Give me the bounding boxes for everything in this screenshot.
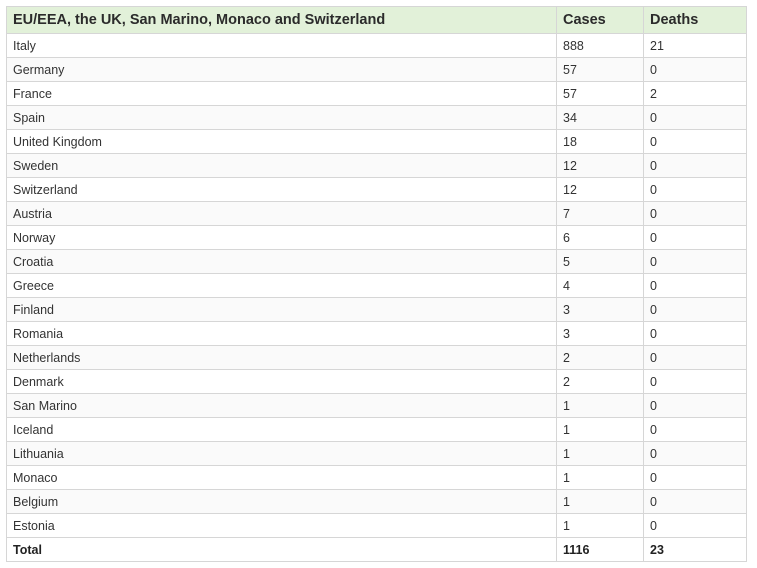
deaths-cell: 0 bbox=[643, 441, 747, 466]
total-deaths: 23 bbox=[643, 537, 747, 562]
country-cell: Greece bbox=[6, 273, 557, 298]
country-cell: Italy bbox=[6, 33, 557, 58]
cases-cell: 1 bbox=[556, 393, 644, 418]
table-row: Belgium 1 0 bbox=[6, 489, 747, 514]
deaths-cell: 0 bbox=[643, 513, 747, 538]
table-row: Finland 3 0 bbox=[6, 297, 747, 322]
table-row: Romania 3 0 bbox=[6, 321, 747, 346]
deaths-cell: 0 bbox=[643, 57, 747, 82]
total-label: Total bbox=[6, 537, 557, 562]
cases-cell: 2 bbox=[556, 369, 644, 394]
deaths-cell: 2 bbox=[643, 81, 747, 106]
deaths-cell: 0 bbox=[643, 297, 747, 322]
cases-cell: 1 bbox=[556, 513, 644, 538]
cases-cell: 1 bbox=[556, 417, 644, 442]
deaths-cell: 0 bbox=[643, 249, 747, 274]
table-row: Netherlands 2 0 bbox=[6, 345, 747, 370]
table-row: Greece 4 0 bbox=[6, 273, 747, 298]
cases-cell: 57 bbox=[556, 81, 644, 106]
cases-cell: 12 bbox=[556, 177, 644, 202]
cases-cell: 34 bbox=[556, 105, 644, 130]
table-row: Lithuania 1 0 bbox=[6, 441, 747, 466]
cases-cell: 5 bbox=[556, 249, 644, 274]
cases-cell: 2 bbox=[556, 345, 644, 370]
table-row: Monaco 1 0 bbox=[6, 465, 747, 490]
header-region: EU/EEA, the UK, San Marino, Monaco and S… bbox=[6, 6, 557, 34]
table-row: Switzerland 12 0 bbox=[6, 177, 747, 202]
cases-table-container: EU/EEA, the UK, San Marino, Monaco and S… bbox=[6, 6, 747, 562]
table-row: Denmark 2 0 bbox=[6, 369, 747, 394]
country-cell: United Kingdom bbox=[6, 129, 557, 154]
table-row: France 57 2 bbox=[6, 81, 747, 106]
table-row: Italy 888 21 bbox=[6, 33, 747, 58]
table-footer: Total 1116 23 bbox=[6, 537, 747, 562]
country-cell: Netherlands bbox=[6, 345, 557, 370]
deaths-cell: 0 bbox=[643, 369, 747, 394]
table-row: United Kingdom 18 0 bbox=[6, 129, 747, 154]
country-cell: Spain bbox=[6, 105, 557, 130]
cases-cell: 4 bbox=[556, 273, 644, 298]
country-cell: Monaco bbox=[6, 465, 557, 490]
deaths-cell: 0 bbox=[643, 489, 747, 514]
cases-table: EU/EEA, the UK, San Marino, Monaco and S… bbox=[6, 6, 747, 562]
deaths-cell: 0 bbox=[643, 321, 747, 346]
deaths-cell: 0 bbox=[643, 417, 747, 442]
cases-cell: 1 bbox=[556, 441, 644, 466]
deaths-cell: 0 bbox=[643, 273, 747, 298]
cases-cell: 18 bbox=[556, 129, 644, 154]
country-cell: Denmark bbox=[6, 369, 557, 394]
table-row: Germany 57 0 bbox=[6, 57, 747, 82]
cases-cell: 12 bbox=[556, 153, 644, 178]
table-row: Norway 6 0 bbox=[6, 225, 747, 250]
cases-cell: 57 bbox=[556, 57, 644, 82]
header-row: EU/EEA, the UK, San Marino, Monaco and S… bbox=[6, 6, 747, 34]
deaths-cell: 0 bbox=[643, 153, 747, 178]
table-body: Italy 888 21 Germany 57 0 France 57 2 Sp… bbox=[6, 33, 747, 538]
deaths-cell: 21 bbox=[643, 33, 747, 58]
header-cases: Cases bbox=[556, 6, 644, 34]
table-row: Sweden 12 0 bbox=[6, 153, 747, 178]
table-row: Iceland 1 0 bbox=[6, 417, 747, 442]
table-row: San Marino 1 0 bbox=[6, 393, 747, 418]
total-row: Total 1116 23 bbox=[6, 537, 747, 562]
deaths-cell: 0 bbox=[643, 393, 747, 418]
cases-cell: 6 bbox=[556, 225, 644, 250]
deaths-cell: 0 bbox=[643, 345, 747, 370]
country-cell: Croatia bbox=[6, 249, 557, 274]
deaths-cell: 0 bbox=[643, 201, 747, 226]
country-cell: Iceland bbox=[6, 417, 557, 442]
cases-cell: 1 bbox=[556, 489, 644, 514]
cases-cell: 7 bbox=[556, 201, 644, 226]
country-cell: France bbox=[6, 81, 557, 106]
country-cell: Sweden bbox=[6, 153, 557, 178]
country-cell: Romania bbox=[6, 321, 557, 346]
table-row: Estonia 1 0 bbox=[6, 513, 747, 538]
header-deaths: Deaths bbox=[643, 6, 747, 34]
deaths-cell: 0 bbox=[643, 465, 747, 490]
table-row: Austria 7 0 bbox=[6, 201, 747, 226]
country-cell: Belgium bbox=[6, 489, 557, 514]
country-cell: Germany bbox=[6, 57, 557, 82]
country-cell: San Marino bbox=[6, 393, 557, 418]
country-cell: Switzerland bbox=[6, 177, 557, 202]
country-cell: Austria bbox=[6, 201, 557, 226]
country-cell: Estonia bbox=[6, 513, 557, 538]
cases-cell: 888 bbox=[556, 33, 644, 58]
country-cell: Lithuania bbox=[6, 441, 557, 466]
cases-cell: 3 bbox=[556, 297, 644, 322]
cases-cell: 1 bbox=[556, 465, 644, 490]
total-cases: 1116 bbox=[556, 537, 644, 562]
table-header: EU/EEA, the UK, San Marino, Monaco and S… bbox=[6, 6, 747, 34]
deaths-cell: 0 bbox=[643, 177, 747, 202]
table-row: Croatia 5 0 bbox=[6, 249, 747, 274]
country-cell: Finland bbox=[6, 297, 557, 322]
table-row: Spain 34 0 bbox=[6, 105, 747, 130]
cases-cell: 3 bbox=[556, 321, 644, 346]
deaths-cell: 0 bbox=[643, 129, 747, 154]
country-cell: Norway bbox=[6, 225, 557, 250]
deaths-cell: 0 bbox=[643, 105, 747, 130]
deaths-cell: 0 bbox=[643, 225, 747, 250]
